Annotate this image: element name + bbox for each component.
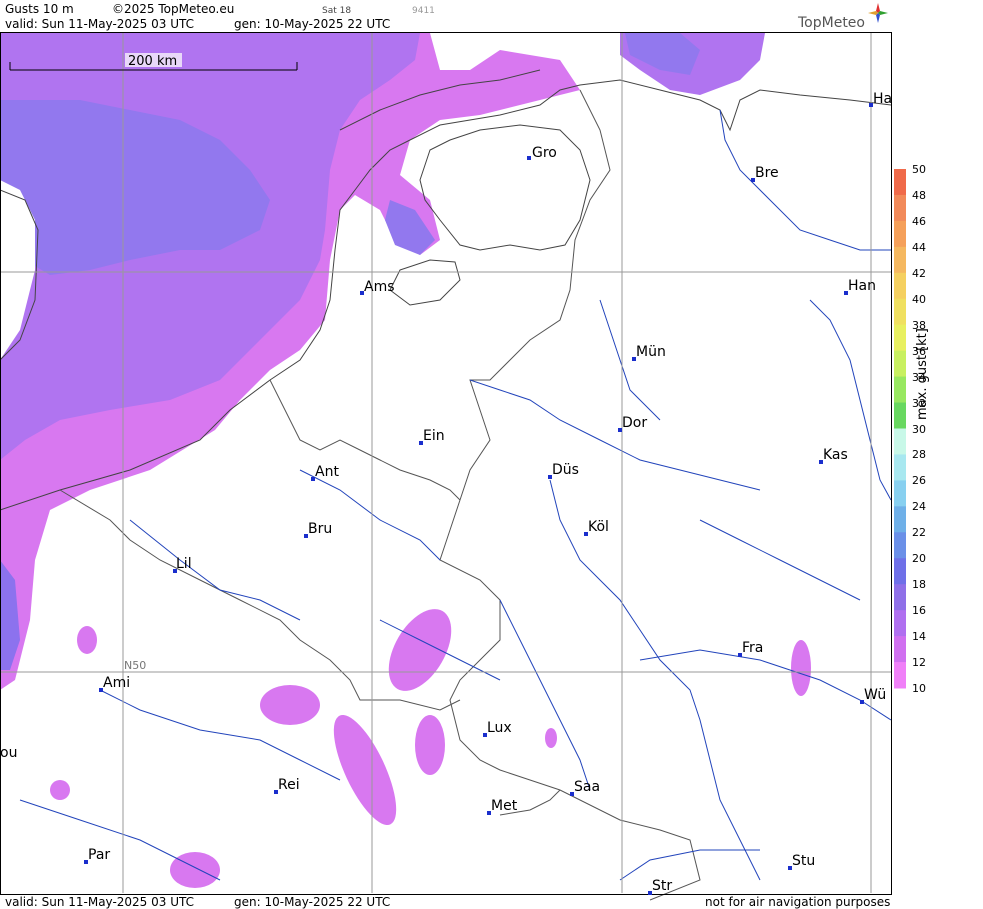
- city-label: Ein: [423, 428, 445, 444]
- city-label: Düs: [552, 462, 579, 478]
- city-label: Ant: [315, 464, 339, 480]
- legend-swatch: [894, 480, 906, 507]
- legend-tick-label: 50: [912, 163, 926, 176]
- city-label: Met: [491, 798, 518, 814]
- grid-label: N50: [124, 659, 146, 672]
- legend-tick-label: 48: [912, 188, 926, 202]
- footer-note: not for air navigation purposes: [705, 895, 891, 909]
- city-label: Lil: [176, 556, 192, 572]
- legend-swatch: [894, 246, 906, 274]
- legend-tick-label: 16: [912, 604, 926, 618]
- copyright: ©2025 TopMeteo.eu: [112, 2, 235, 16]
- run-code: 9411: [412, 6, 435, 16]
- legend-swatch: [894, 428, 906, 455]
- city-label: Kas: [823, 447, 848, 463]
- legend-tick-label: 14: [912, 630, 926, 644]
- city-label: Han: [848, 278, 876, 294]
- product-title: Gusts 10 m: [5, 2, 74, 16]
- legend-tick-label: 26: [912, 474, 926, 488]
- city-label: Saa: [574, 779, 600, 795]
- legend-tick-label: 44: [912, 240, 926, 254]
- legend-swatch: [894, 532, 906, 559]
- legend-swatch: [894, 194, 906, 222]
- city-label: Rei: [278, 777, 300, 793]
- city-label: Bre: [755, 165, 779, 181]
- sat-label: Sat 18: [322, 6, 352, 16]
- lake: [389, 259, 461, 306]
- city-label: Wü: [864, 687, 886, 703]
- city-label: Köl: [588, 519, 609, 535]
- city-label: Dor: [622, 415, 647, 431]
- city-label: ou: [0, 745, 17, 761]
- legend-tick-label: 20: [912, 552, 926, 566]
- legend-swatch: [894, 169, 906, 196]
- city-label: Ami: [103, 675, 130, 691]
- legend-swatch: [894, 350, 906, 378]
- city-label: Bru: [308, 521, 332, 537]
- brand-name: TopMeteo: [798, 15, 865, 31]
- city-label: Ha: [873, 91, 892, 107]
- legend-colorbar: [894, 169, 906, 689]
- city-label: Ams: [364, 279, 395, 295]
- legend-swatch: [894, 610, 906, 637]
- city-label: Str: [652, 878, 672, 894]
- legend-tick-label: 12: [912, 656, 926, 670]
- legend-tick-label: 18: [912, 578, 926, 592]
- legend-swatch: [894, 298, 906, 326]
- legend-swatch: [894, 584, 906, 611]
- legend-swatch: [894, 506, 906, 533]
- legend-swatch: [894, 454, 906, 481]
- legend-swatch: [894, 636, 906, 663]
- legend-title: max. gust [kt]: [915, 328, 930, 420]
- legend-tick-label: 22: [912, 526, 926, 540]
- legend-swatch: [894, 558, 906, 585]
- legend-tick-label: 46: [912, 214, 926, 228]
- city-label: Stu: [792, 853, 815, 869]
- legend-tick-label: 24: [912, 500, 926, 514]
- legend-swatch: [894, 272, 906, 300]
- city-marker: [527, 156, 531, 160]
- footer-gen-time: gen: 10-May-2025 22 UTC: [234, 895, 391, 909]
- legend-tick-label: 30: [912, 422, 926, 436]
- city-label: Par: [88, 847, 110, 863]
- legend-swatch: [894, 324, 906, 352]
- legend-swatch: [894, 376, 906, 404]
- legend-swatch: [894, 402, 906, 429]
- legend-tick-label: 28: [912, 448, 926, 462]
- legend-tick-label: 10: [912, 682, 926, 695]
- compass-logo-icon: [868, 3, 888, 23]
- weather-map: N50 200 km Gro Bre Ha Ams Han Mün Dor Ei…: [0, 3, 906, 901]
- ijsselmeer: [419, 124, 591, 251]
- legend-swatch: [894, 662, 906, 689]
- city-label: Gro: [532, 145, 557, 161]
- gust-shading: [0, 33, 811, 888]
- legend-swatch: [894, 220, 906, 248]
- city-label: Lux: [487, 720, 512, 736]
- gen-time: gen: 10-May-2025 22 UTC: [234, 17, 391, 31]
- city-label: Mün: [636, 344, 666, 360]
- footer-valid-time: valid: Sun 11-May-2025 03 UTC: [5, 895, 194, 909]
- scale-label: 200 km: [128, 54, 177, 69]
- legend-tick-label: 40: [912, 292, 926, 306]
- valid-time: valid: Sun 11-May-2025 03 UTC: [5, 17, 194, 31]
- legend-tick-label: 42: [912, 266, 926, 280]
- city-label: Fra: [742, 640, 763, 656]
